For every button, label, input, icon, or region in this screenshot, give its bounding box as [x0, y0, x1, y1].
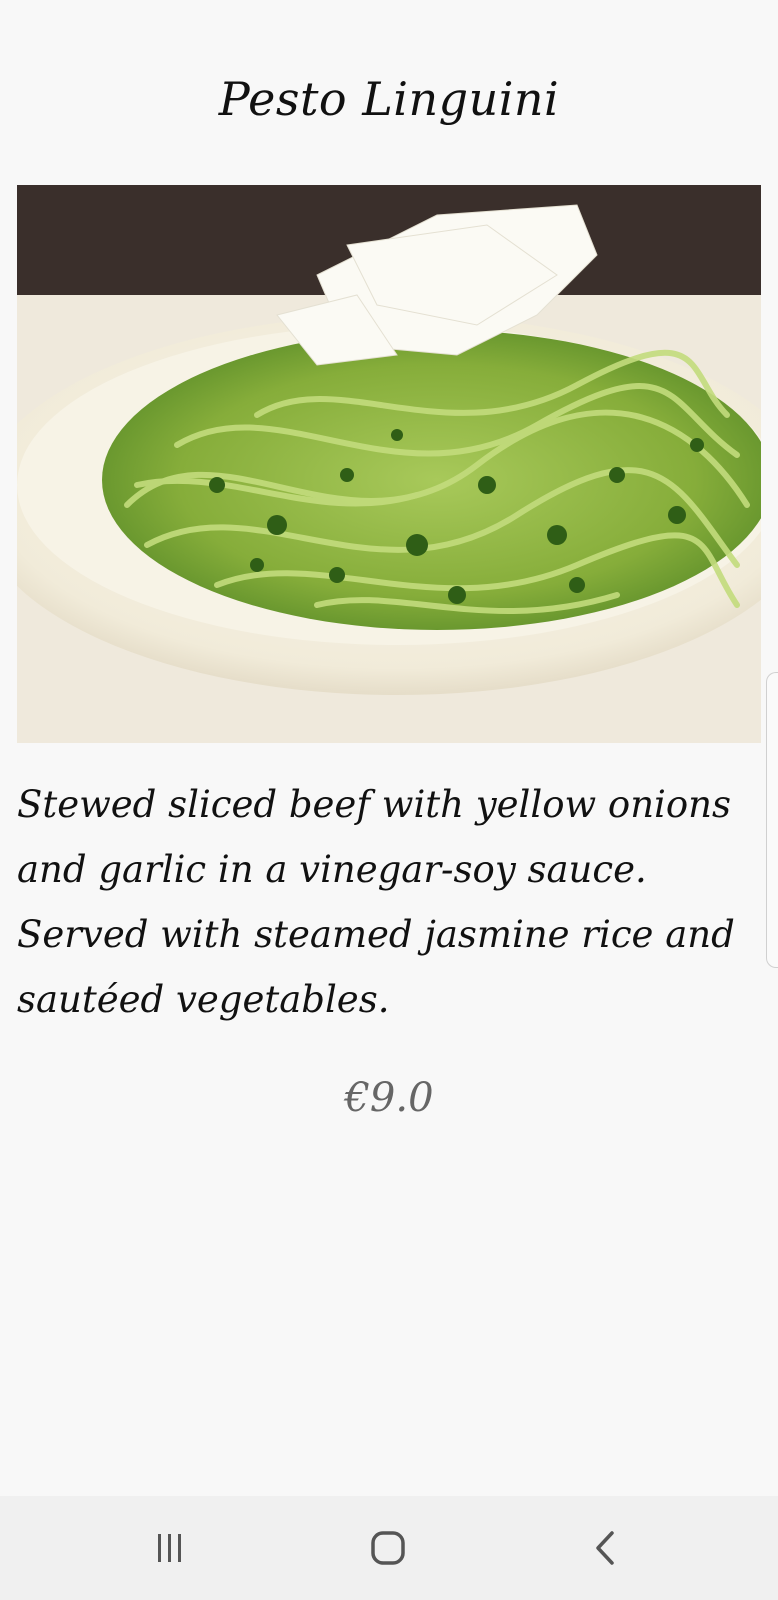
dish-title: Pesto Linguini — [218, 72, 560, 126]
system-navigation-bar — [0, 1496, 778, 1600]
dish-price: €9.0 — [344, 1075, 434, 1121]
dish-description: Stewed sliced beef with yellow onions an… — [17, 783, 735, 1021]
recent-apps-icon — [158, 1534, 181, 1562]
recent-apps-button[interactable] — [130, 1518, 210, 1578]
back-button[interactable] — [566, 1518, 646, 1578]
home-icon — [371, 1531, 405, 1565]
back-icon — [596, 1531, 614, 1565]
home-button[interactable] — [348, 1518, 428, 1578]
dish-photo — [17, 185, 761, 743]
edge-panel-handle[interactable] — [766, 672, 778, 968]
dish-detail-screen: Pesto Linguini Stewed sliced beef with y… — [0, 0, 778, 1600]
